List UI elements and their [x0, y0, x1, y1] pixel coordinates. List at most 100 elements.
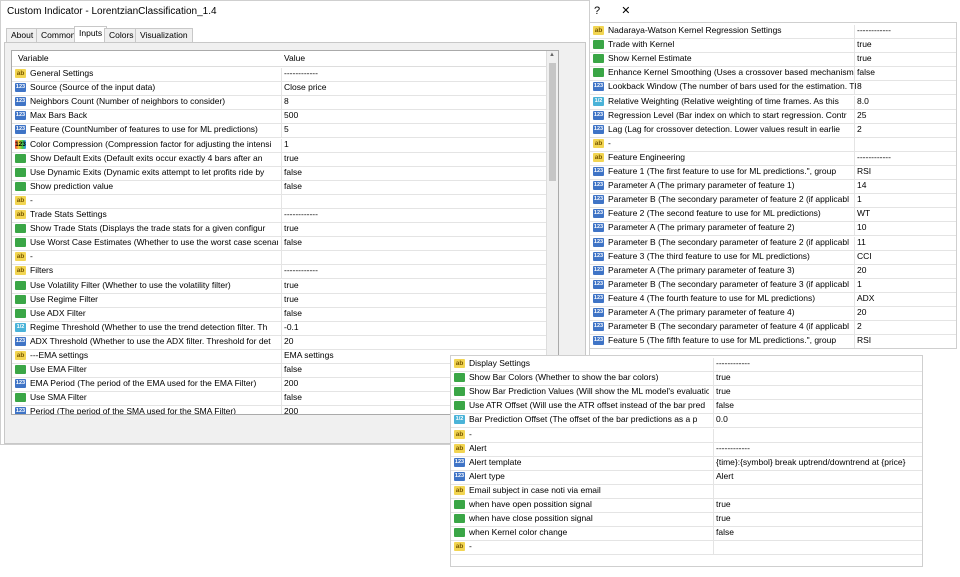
value-cell[interactable]: true [281, 279, 546, 293]
table-row[interactable]: ab - [12, 194, 546, 209]
table-row[interactable]: Show Default Exits (Default exits occur … [12, 152, 546, 167]
table-row[interactable]: 123 Parameter A (The primary parameter of… [590, 264, 956, 279]
table-row[interactable]: 123 Parameter A (The primary parameter of… [590, 221, 956, 237]
tab-visualization[interactable]: Visualization [135, 28, 193, 42]
value-cell[interactable]: ------------ [281, 209, 546, 222]
table-row[interactable]: 123 Feature (CountNumber of features to u… [12, 123, 546, 139]
table-row[interactable]: 123 Color Compression (Compression factor… [12, 138, 546, 153]
table-row[interactable]: Show Trade Stats (Displays the trade sta… [12, 222, 546, 238]
value-cell[interactable]: 5 [281, 124, 546, 138]
col-value-header[interactable]: Value [284, 53, 305, 63]
table-row[interactable]: 1/2 Relative Weighting (Relative weightin… [590, 95, 956, 110]
value-cell[interactable]: false [713, 400, 921, 414]
table-row[interactable]: 123 Feature 3 (The third feature to use f… [590, 250, 956, 265]
value-cell[interactable]: 10 [854, 222, 956, 236]
table-row[interactable]: 123 Parameter B (The secondary parameter … [590, 320, 956, 336]
value-cell[interactable]: {time}:{symbol} break uptrend/downtrend … [713, 456, 921, 470]
value-cell[interactable]: 8.0 [854, 95, 956, 109]
table-row[interactable]: ab Display Settings ------------ [451, 357, 922, 372]
value-cell[interactable]: false [854, 67, 956, 81]
value-cell[interactable]: 1 [854, 194, 956, 208]
value-cell[interactable]: 2 [854, 321, 956, 335]
value-cell[interactable]: 2 [854, 123, 956, 137]
value-cell[interactable]: 500 [281, 110, 546, 124]
value-cell[interactable]: false [281, 307, 546, 321]
value-cell[interactable] [713, 541, 921, 555]
table-row[interactable]: 123 Parameter A (The primary parameter of… [590, 179, 956, 195]
value-cell[interactable]: true [281, 293, 546, 307]
value-cell[interactable]: ------------ [854, 25, 956, 38]
value-cell[interactable]: 14 [854, 180, 956, 194]
table-row[interactable]: Trade with Kernel true [590, 38, 956, 54]
help-icon[interactable]: ? [594, 5, 600, 17]
value-cell[interactable]: -0.1 [281, 321, 546, 335]
table-row[interactable]: Enhance Kernel Smoothing (Uses a crossov… [590, 66, 956, 82]
table-row[interactable]: 123 Neighbors Count (Number of neighbors … [12, 95, 546, 111]
value-cell[interactable]: true [854, 53, 956, 67]
value-cell[interactable]: false [281, 237, 546, 251]
table-row[interactable]: Use Volatility Filter (Whether to use th… [12, 279, 546, 294]
value-cell[interactable] [713, 428, 921, 442]
table-row[interactable]: Show Kernel Estimate true [590, 52, 956, 68]
value-cell[interactable]: ADX [854, 292, 956, 306]
table-row[interactable]: 123 Parameter B (The secondary parameter … [590, 236, 956, 251]
value-cell[interactable]: RSI [854, 166, 956, 179]
value-cell[interactable] [713, 484, 921, 498]
table-row[interactable]: ab - [12, 250, 546, 266]
table-row[interactable]: 123 Alert type Alert [451, 470, 922, 485]
table-row[interactable]: 123 Regression Level (Bar index on which … [590, 109, 956, 124]
table-row[interactable]: 123 Feature 5 (The fifth feature to use f… [590, 334, 956, 348]
value-cell[interactable]: ------------ [713, 358, 921, 371]
value-cell[interactable]: 1 [281, 138, 546, 152]
table-row[interactable]: 123 Parameter B (The secondary parameter … [590, 278, 956, 293]
value-cell[interactable]: true [713, 386, 921, 400]
value-cell[interactable]: true [281, 223, 546, 237]
value-cell[interactable]: 20 [854, 307, 956, 320]
value-cell[interactable]: 0.0 [713, 414, 921, 428]
table-row[interactable]: Use Regime Filter true [12, 293, 546, 308]
value-cell[interactable]: Alert [713, 470, 921, 484]
table-row[interactable]: Use ADX Filter false [12, 307, 546, 322]
value-cell[interactable]: true [854, 39, 956, 53]
table-row[interactable]: 1/2 Regime Threshold (Whether to use the … [12, 321, 546, 336]
value-cell[interactable]: false [713, 527, 921, 541]
table-row[interactable]: ab Alert ------------ [451, 442, 922, 457]
table-row[interactable]: 123 Parameter A (The primary parameter of… [590, 306, 956, 321]
table-row[interactable]: ab Filters ------------ [12, 264, 546, 280]
table-row[interactable]: Use Dynamic Exits (Dynamic exits attempt… [12, 166, 546, 181]
close-icon[interactable]: ✕ [621, 5, 630, 17]
table-row[interactable]: 123 Source (Source of the input data) Clos… [12, 81, 546, 97]
tab-inputs[interactable]: Inputs [74, 26, 108, 42]
value-cell[interactable]: false [281, 166, 546, 180]
col-variable-header[interactable]: Variable [18, 53, 49, 63]
value-cell[interactable]: ------------ [281, 68, 546, 81]
table-row[interactable]: ab General Settings ------------ [12, 67, 546, 82]
table-row[interactable]: 123 ADX Threshold (Whether to use the ADX… [12, 335, 546, 350]
value-cell[interactable]: true [281, 152, 546, 166]
table-row[interactable]: when Kernel color change false [451, 526, 922, 542]
value-cell[interactable]: true [713, 513, 921, 527]
value-cell[interactable]: true [713, 499, 921, 512]
table-row[interactable]: Use ATR Offset (Will use the ATR offset … [451, 399, 922, 415]
table-row[interactable]: when have open possition signal true [451, 498, 922, 513]
table-row[interactable]: ab Trade Stats Settings ------------ [12, 208, 546, 223]
table-row[interactable]: when have close possition signal true [451, 512, 922, 528]
value-cell[interactable]: 20 [281, 335, 546, 349]
table-row[interactable]: ab Feature Engineering ------------ [590, 151, 956, 166]
scroll-thumb[interactable] [549, 63, 556, 181]
table-row[interactable]: 123 Feature 1 (The first feature to use f… [590, 165, 956, 180]
value-cell[interactable] [281, 251, 546, 265]
table-row[interactable]: 123 Lag (Lag for crossover detection. Low… [590, 123, 956, 138]
value-cell[interactable]: 8 [854, 81, 956, 95]
table-row[interactable]: Show prediction value false [12, 180, 546, 195]
table-row[interactable]: Use Worst Case Estimates (Whether to use… [12, 236, 546, 252]
table-row[interactable]: 123 Max Bars Back 500 [12, 109, 546, 125]
table-row[interactable]: 123 Feature 4 (The fourth feature to use … [590, 292, 956, 307]
table-row[interactable]: 1/2 Bar Prediction Offset (The offset of … [451, 413, 922, 429]
value-cell[interactable]: ------------ [281, 265, 546, 279]
value-cell[interactable]: 11 [854, 236, 956, 250]
table-row[interactable]: ab - [451, 540, 922, 556]
value-cell[interactable]: 25 [854, 109, 956, 123]
table-row[interactable]: ab - [451, 428, 922, 443]
table-row[interactable]: 123 Alert template {time}:{symbol} break u… [451, 456, 922, 471]
